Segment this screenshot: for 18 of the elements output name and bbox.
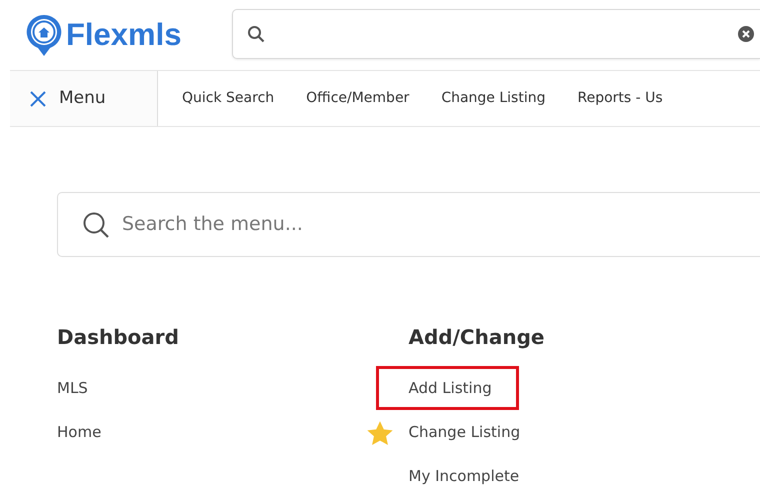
logo-text[interactable]: Flexmls <box>66 12 182 58</box>
nav-link[interactable]: Office/Member <box>290 88 426 109</box>
star-icon[interactable] <box>366 420 394 447</box>
section-heading: Dashboard <box>57 324 179 351</box>
menu-link[interactable]: Add Listing <box>378 368 516 408</box>
search-icon <box>82 210 110 238</box>
logo-icon <box>25 13 63 57</box>
menu-link[interactable]: My Incomplete <box>408 460 520 491</box>
nav-link[interactable]: Quick Search <box>166 88 290 109</box>
menu-toggle[interactable]: Menu <box>10 71 158 126</box>
menu-link[interactable]: MLS <box>57 372 88 404</box>
nav-link[interactable]: Change Listing <box>425 88 562 109</box>
nav-link[interactable]: Reports - Us <box>562 88 679 109</box>
clear-icon[interactable] <box>738 26 754 42</box>
menu-link[interactable]: Home <box>57 416 102 448</box>
section-heading: Add/Change <box>408 324 544 351</box>
menu-link[interactable]: Change Listing <box>408 416 520 448</box>
search-icon <box>247 25 265 43</box>
